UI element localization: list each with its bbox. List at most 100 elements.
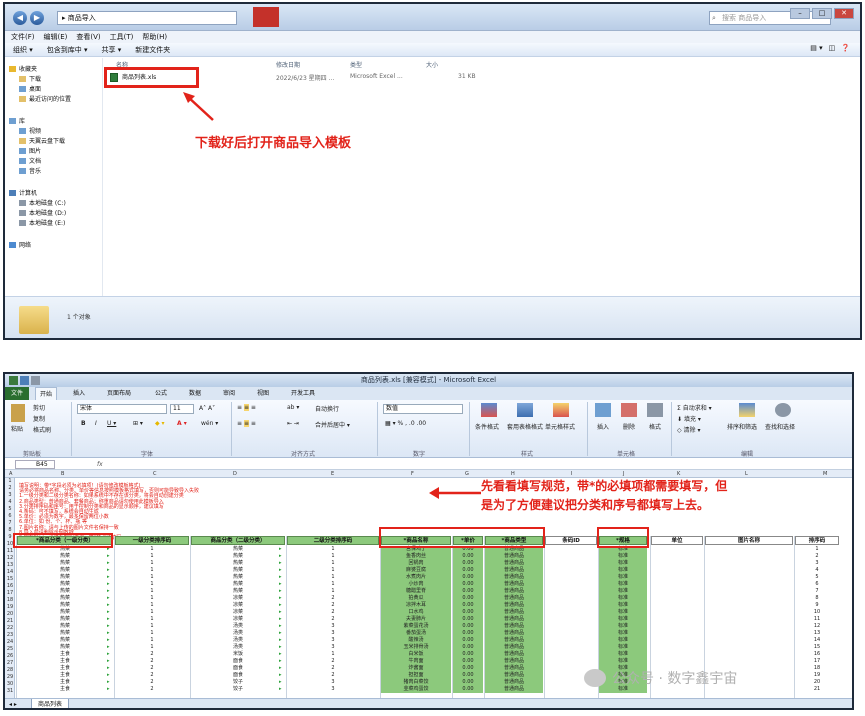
table-cell[interactable]: 2: [795, 553, 839, 560]
cut-button[interactable]: 剪切: [33, 403, 45, 412]
row-number[interactable]: 5: [5, 506, 15, 512]
column-letter[interactable]: G: [465, 470, 469, 478]
table-cell[interactable]: 猪肉白菜饺: [381, 679, 451, 686]
table-cell[interactable]: 21: [795, 686, 839, 693]
table-cell[interactable]: 2: [115, 679, 189, 686]
tab-review[interactable]: 审阅: [219, 387, 239, 400]
header-cell[interactable]: 一级分类排序码: [115, 536, 189, 545]
italic-icon[interactable]: I: [95, 420, 97, 427]
table-cell[interactable]: 2: [287, 658, 379, 665]
table-cell[interactable]: 热菜: [191, 546, 285, 553]
table-cell[interactable]: 10: [795, 609, 839, 616]
table-cell[interactable]: 饺子: [191, 679, 285, 686]
row-number[interactable]: 29: [5, 674, 15, 680]
table-cell[interactable]: 1: [115, 637, 189, 644]
row-number[interactable]: 25: [5, 646, 15, 652]
tab-view[interactable]: 视图: [253, 387, 273, 400]
row-number[interactable]: 2: [5, 485, 15, 491]
table-cell[interactable]: 3: [287, 686, 379, 693]
table-cell[interactable]: 汤类: [191, 637, 285, 644]
table-cell[interactable]: 1: [115, 602, 189, 609]
column-letter[interactable]: F: [411, 470, 414, 478]
table-cell[interactable]: 1: [115, 616, 189, 623]
table-cell[interactable]: 水煮肉片: [381, 574, 451, 581]
row-number[interactable]: 12: [5, 555, 15, 561]
row-number[interactable]: 19: [5, 604, 15, 610]
table-cell[interactable]: 担担面: [381, 672, 451, 679]
font-color-icon[interactable]: A ▾: [177, 420, 187, 427]
table-cell[interactable]: 1: [287, 588, 379, 595]
table-cell[interactable]: 12: [795, 623, 839, 630]
row-number[interactable]: 13: [5, 562, 15, 568]
table-cell[interactable]: 主食: [17, 686, 113, 693]
table-cell[interactable]: 0.00: [453, 581, 483, 588]
table-cell[interactable]: 2: [115, 665, 189, 672]
nav-favorites[interactable]: 收藏夹: [9, 64, 37, 73]
table-cell[interactable]: 1: [115, 609, 189, 616]
row-number[interactable]: 4: [5, 499, 15, 505]
format-painter-button[interactable]: 格式刷: [33, 425, 51, 434]
table-cell[interactable]: 2: [287, 616, 379, 623]
table-cell[interactable]: 普通商品: [485, 574, 543, 581]
nav-item-documents[interactable]: 文档: [19, 156, 41, 165]
table-cell[interactable]: 0.00: [453, 623, 483, 630]
table-cell[interactable]: 汤类: [191, 644, 285, 651]
name-box[interactable]: B45: [15, 460, 55, 469]
table-cell[interactable]: 标准: [599, 553, 647, 560]
bold-icon[interactable]: B: [81, 420, 86, 427]
nav-item-recent[interactable]: 最近访问的位置: [19, 94, 71, 103]
table-cell[interactable]: 凉菜: [191, 616, 285, 623]
row-number[interactable]: 18: [5, 597, 15, 603]
table-cell[interactable]: 热菜: [17, 609, 113, 616]
find-select-button[interactable]: 查找和选择: [765, 422, 795, 431]
align-top-icon[interactable]: ≡ ≡ ≡: [237, 404, 256, 411]
table-cell[interactable]: 2: [287, 602, 379, 609]
row-number[interactable]: 31: [5, 688, 15, 694]
table-cell[interactable]: 热菜: [17, 630, 113, 637]
underline-icon[interactable]: U ▾: [107, 420, 116, 427]
header-cell[interactable]: 条码ID: [545, 536, 597, 545]
sheet-nav-icon[interactable]: ◂ ▸: [9, 699, 17, 708]
table-cell[interactable]: 普通商品: [485, 588, 543, 595]
table-cell[interactable]: 1: [115, 560, 189, 567]
menu-file[interactable]: 文件(F): [11, 31, 35, 43]
table-cell[interactable]: 1: [115, 588, 189, 595]
column-letter[interactable]: M: [823, 470, 827, 478]
find-select-icon[interactable]: [775, 403, 791, 417]
table-cell[interactable]: 11: [795, 616, 839, 623]
fill-color-icon[interactable]: ◆ ▾: [155, 420, 165, 427]
table-cell[interactable]: 普通商品: [485, 609, 543, 616]
table-format-icon[interactable]: [517, 403, 533, 417]
table-cell[interactable]: 热菜: [17, 637, 113, 644]
table-cell[interactable]: 主食: [17, 672, 113, 679]
tab-data[interactable]: 数据: [185, 387, 205, 400]
table-cell[interactable]: 普通商品: [485, 651, 543, 658]
back-icon[interactable]: ◀: [13, 11, 27, 25]
table-cell[interactable]: 普通商品: [485, 630, 543, 637]
table-cell[interactable]: 1: [287, 560, 379, 567]
table-cell[interactable]: 普通商品: [485, 581, 543, 588]
table-cell[interactable]: 鱼香肉丝: [381, 553, 451, 560]
table-cell[interactable]: 热菜: [191, 588, 285, 595]
table-cell[interactable]: 炸酱面: [381, 665, 451, 672]
preview-pane-icon[interactable]: ◫: [829, 44, 836, 52]
table-cell[interactable]: 热菜: [17, 588, 113, 595]
table-cell[interactable]: 夫妻肺片: [381, 616, 451, 623]
tab-file[interactable]: 文件: [5, 387, 29, 400]
table-cell[interactable]: 0.00: [453, 602, 483, 609]
table-cell[interactable]: 口水鸡: [381, 609, 451, 616]
table-cell[interactable]: 番茄蛋汤: [381, 630, 451, 637]
conditional-format-button[interactable]: 条件格式: [475, 422, 499, 431]
table-cell[interactable]: 面食: [191, 672, 285, 679]
table-cell[interactable]: 标准: [599, 658, 647, 665]
table-cell[interactable]: 热菜: [191, 560, 285, 567]
table-cell[interactable]: 热菜: [17, 581, 113, 588]
row-number[interactable]: 27: [5, 660, 15, 666]
tab-home[interactable]: 开始: [35, 387, 58, 400]
table-cell[interactable]: 5: [795, 574, 839, 581]
table-cell[interactable]: 0.00: [453, 637, 483, 644]
table-cell[interactable]: 0.00: [453, 595, 483, 602]
table-cell[interactable]: 标准: [599, 609, 647, 616]
table-cell[interactable]: 饺子: [191, 686, 285, 693]
table-cell[interactable]: 普通商品: [485, 553, 543, 560]
